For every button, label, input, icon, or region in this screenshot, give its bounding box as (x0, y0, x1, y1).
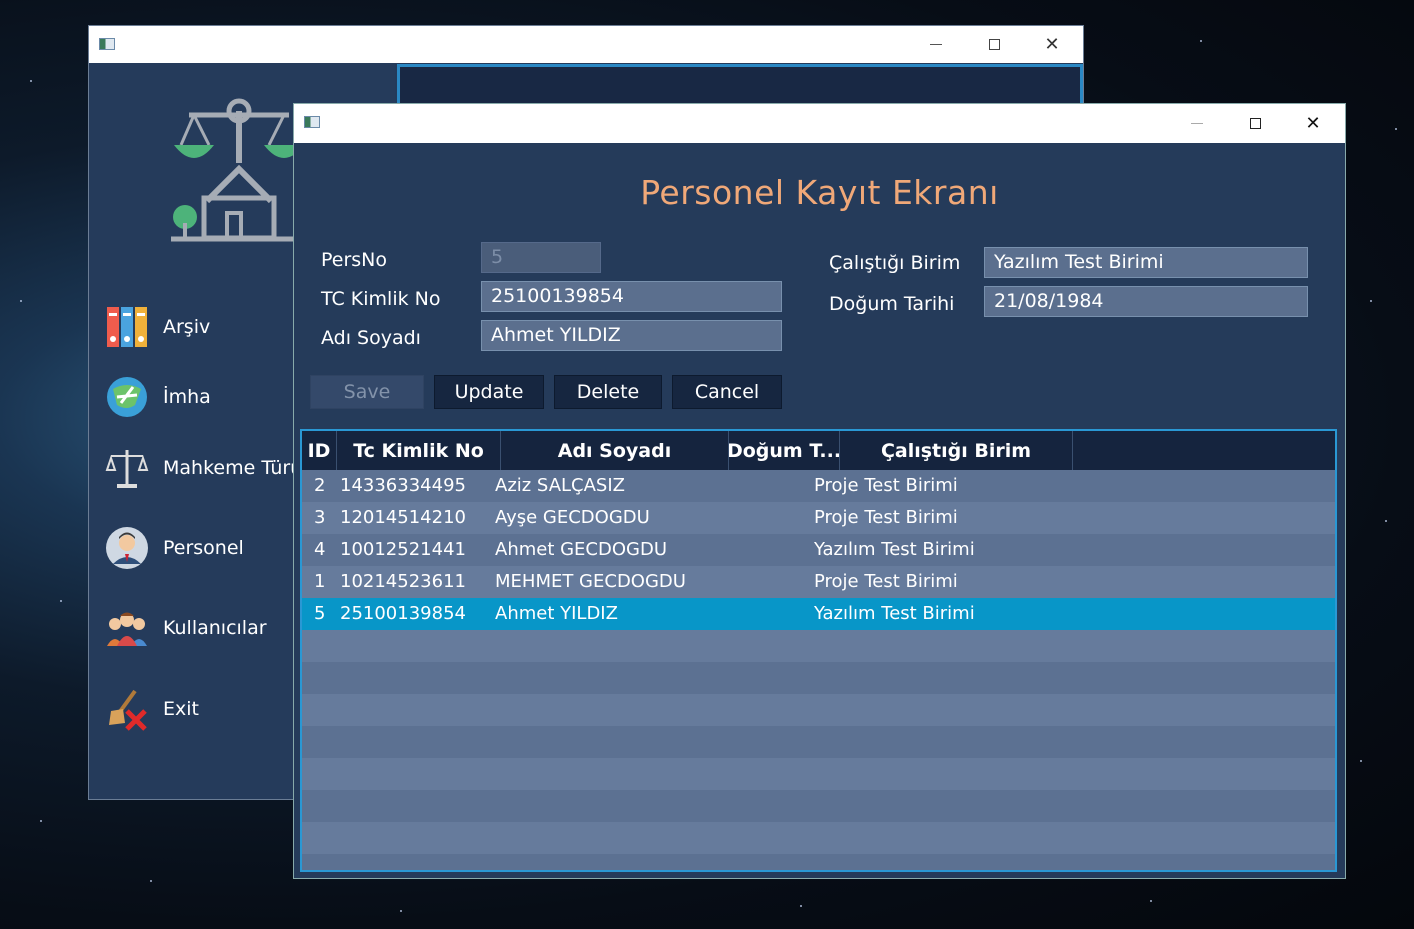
menu-item-label: Mahkeme Türü (163, 457, 303, 479)
minimize-icon (1191, 123, 1203, 124)
maximize-button[interactable] (1226, 104, 1284, 143)
menu-item-arsiv[interactable]: Arşiv (105, 305, 210, 349)
cell-tc-kimlik-no: 10012521441 (340, 539, 466, 560)
close-button[interactable]: ✕ (1023, 26, 1081, 63)
cell-adi-soyadi: Ahmet YILDIZ (495, 603, 618, 624)
calistigi-birim-field[interactable]: Yazılım Test Birimi (984, 247, 1308, 278)
menu-item-label: Arşiv (163, 316, 211, 338)
minimize-button[interactable] (907, 26, 965, 63)
column-header-adi-soyadi[interactable]: Adı Soyadı (501, 431, 729, 470)
column-header-dogum-tarihi[interactable]: Doğum T... (729, 431, 840, 470)
shredder-icon (105, 375, 149, 419)
personel-window-titlebar: ✕ (294, 104, 1345, 143)
cell-tc-kimlik-no: 10214523611 (340, 571, 466, 592)
menu-item-exit[interactable]: Exit (105, 687, 199, 731)
cell-id: 5 (314, 603, 326, 624)
person-icon (105, 526, 149, 570)
table-row-empty (302, 790, 1335, 822)
cell-id: 3 (314, 507, 326, 528)
menu-item-label: İmha (163, 386, 211, 408)
scales-icon (105, 446, 149, 490)
table-row-empty (302, 630, 1335, 662)
cell-id: 2 (314, 475, 326, 496)
cell-tc-kimlik-no: 25100139854 (340, 603, 466, 624)
cancel-button[interactable]: Cancel (672, 375, 782, 409)
dogum-tarihi-label: Doğum Tarihi (829, 293, 955, 315)
column-header-filler (1073, 431, 1335, 470)
table-body: 2 14336334495 Aziz SALÇASIZ Proje Test Biri… (302, 470, 1335, 870)
maximize-icon (1249, 118, 1261, 129)
menu-item-mahkeme-turu[interactable]: Mahkeme Türü (105, 446, 302, 490)
cell-calistigi-birim: Proje Test Birimi (814, 475, 958, 496)
table-row-empty (302, 694, 1335, 726)
cell-calistigi-birim: Yazılım Test Birimi (814, 539, 975, 560)
cell-calistigi-birim: Yazılım Test Birimi (814, 603, 975, 624)
cell-id: 4 (314, 539, 326, 560)
close-icon: ✕ (1044, 33, 1060, 55)
menu-item-label: Personel (163, 537, 244, 559)
exit-broom-icon (105, 687, 149, 731)
delete-button[interactable]: Delete (554, 375, 662, 409)
cell-calistigi-birim: Proje Test Birimi (814, 507, 958, 528)
cell-calistigi-birim: Proje Test Birimi (814, 571, 958, 592)
calistigi-birim-label: Çalıştığı Birim (829, 252, 961, 274)
menu-item-imha[interactable]: İmha (105, 375, 211, 419)
column-header-id[interactable]: ID (302, 431, 337, 470)
tc-kimlik-no-label: TC Kimlik No (321, 288, 441, 310)
cell-tc-kimlik-no: 14336334495 (340, 475, 466, 496)
cell-adi-soyadi: Ahmet GECDOGDU (495, 539, 668, 560)
tc-kimlik-no-field[interactable]: 25100139854 (481, 281, 782, 312)
menu-item-kullanicilar[interactable]: Kullanıcılar (105, 606, 267, 650)
table-row[interactable]: 4 10012521441 Ahmet GECDOGDU Yazılım Test B… (302, 534, 1335, 566)
pers-no-field: 5 (481, 242, 601, 273)
cell-id: 1 (314, 571, 326, 592)
main-window-titlebar: ✕ (89, 26, 1083, 63)
cell-adi-soyadi: Ayşe GECDOGDU (495, 507, 650, 528)
cell-tc-kimlik-no: 12014514210 (340, 507, 466, 528)
update-button[interactable]: Update (434, 375, 544, 409)
personel-window: ✕ Personel Kayıt Ekranı PersNo 5 TC Kiml… (294, 104, 1345, 878)
pers-no-label: PersNo (321, 249, 388, 271)
table-row-empty (302, 854, 1335, 870)
users-icon (105, 606, 149, 650)
dogum-tarihi-field[interactable]: 21/08/1984 (984, 286, 1308, 317)
table-row-empty (302, 726, 1335, 758)
page-title: Personel Kayıt Ekranı (640, 173, 999, 212)
close-button[interactable]: ✕ (1284, 104, 1342, 143)
app-icon (99, 38, 115, 50)
column-header-tc-kimlik-no[interactable]: Tc Kimlik No (337, 431, 501, 470)
table-header: ID Tc Kimlik No Adı Soyadı Doğum T... Ça… (302, 431, 1335, 470)
cell-adi-soyadi: MEHMET GECDOGDU (495, 571, 686, 592)
archive-binders-icon (105, 305, 149, 349)
menu-item-personel[interactable]: Personel (105, 526, 244, 570)
adi-soyadi-field[interactable]: Ahmet YILDIZ (481, 320, 782, 351)
app-icon (304, 116, 320, 128)
maximize-icon (988, 39, 1000, 50)
table-row[interactable]: 3 12014514210 Ayşe GECDOGDU Proje Test Biri… (302, 502, 1335, 534)
table-row-empty (302, 662, 1335, 694)
personel-form: Personel Kayıt Ekranı PersNo 5 TC Kimlik… (294, 143, 1345, 878)
save-button[interactable]: Save (310, 375, 424, 409)
maximize-button[interactable] (965, 26, 1023, 63)
table-row-empty (302, 822, 1335, 854)
cell-adi-soyadi: Aziz SALÇASIZ (495, 475, 625, 496)
minimize-button[interactable] (1168, 104, 1226, 143)
justice-logo (171, 98, 307, 242)
minimize-icon (930, 44, 942, 45)
table-row[interactable]: 5 25100139854 Ahmet YILDIZ Yazılım Test Bir… (302, 598, 1335, 630)
table-row[interactable]: 2 14336334495 Aziz SALÇASIZ Proje Test Biri… (302, 470, 1335, 502)
table-row-empty (302, 758, 1335, 790)
close-icon: ✕ (1305, 112, 1321, 134)
menu-item-label: Kullanıcılar (163, 617, 267, 639)
menu-item-label: Exit (163, 698, 199, 720)
table-row[interactable]: 1 10214523611 MEHMET GECDOGDU Proje Test Bi… (302, 566, 1335, 598)
column-header-calistigi-birim[interactable]: Çalıştığı Birim (840, 431, 1073, 470)
adi-soyadi-label: Adı Soyadı (321, 327, 421, 349)
personel-table[interactable]: ID Tc Kimlik No Adı Soyadı Doğum T... Ça… (300, 429, 1337, 872)
